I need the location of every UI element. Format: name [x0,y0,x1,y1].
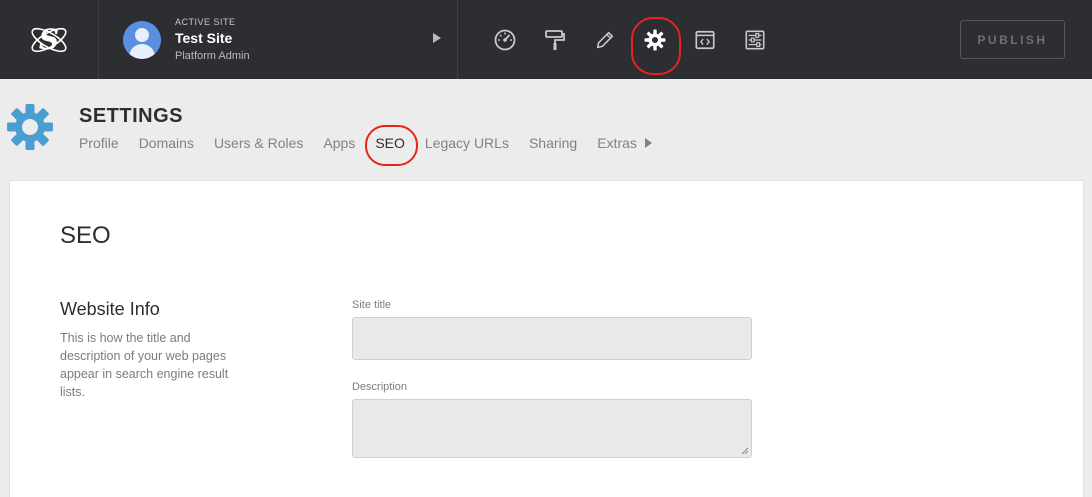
tab-extras[interactable]: Extras [597,135,637,151]
section-heading: SEO [60,222,111,249]
edit-button[interactable] [580,15,630,65]
configure-button[interactable] [730,15,780,65]
description-textarea[interactable] [352,399,752,458]
sliders-icon [745,30,765,49]
settings-header: SETTINGS Profile Domains Users & Roles A… [0,79,1092,179]
seo-card: SEO Website Info This is how the title a… [9,180,1084,497]
settings-button[interactable] [630,15,681,75]
logo[interactable]: S [0,0,99,79]
dashboard-gauge-icon [494,29,516,50]
tab-seo[interactable]: SEO [365,125,418,166]
site-kicker: ACTIVE SITE [175,17,236,27]
atom-s-logo-icon: S [31,23,67,56]
caret-right-icon[interactable] [644,138,652,148]
description-label: Description [352,381,408,393]
toolbar [480,0,780,79]
tab-profile[interactable]: Profile [79,135,119,151]
website-info-description: This is how the title and description of… [60,331,229,399]
tab-sharing[interactable]: Sharing [529,135,577,151]
site-switcher[interactable]: ACTIVE SITE Test Site Platform Admin [99,0,458,79]
publish-button[interactable]: PUBLISH [960,20,1065,59]
website-info-title: Website Info [60,299,160,319]
site-title-label: Site title [352,299,392,311]
site-name: Test Site [175,30,233,46]
caret-right-icon[interactable] [433,33,441,43]
design-button[interactable] [530,15,580,65]
paint-roller-icon [545,29,565,50]
code-button[interactable] [680,15,730,65]
settings-gear-icon [7,104,53,150]
settings-tabs: Profile Domains Users & Roles Apps SEO L… [79,125,652,166]
site-role: Platform Admin [175,50,250,62]
gear-icon [644,29,666,50]
code-window-icon [695,30,715,49]
site-title-input[interactable] [352,317,752,360]
avatar [123,20,161,59]
pencil-icon [596,31,614,48]
page-title: SETTINGS [79,105,184,127]
tab-domains[interactable]: Domains [139,135,194,151]
tab-legacy-urls[interactable]: Legacy URLs [425,135,509,151]
resize-grip-icon[interactable] [741,447,749,455]
dashboard-button[interactable] [480,15,530,65]
tab-apps[interactable]: Apps [323,135,355,151]
top-bar: S ACTIVE SITE Test Site Platform Admin P… [0,0,1092,79]
svg-text:S: S [39,23,59,56]
tab-users-roles[interactable]: Users & Roles [214,135,303,151]
